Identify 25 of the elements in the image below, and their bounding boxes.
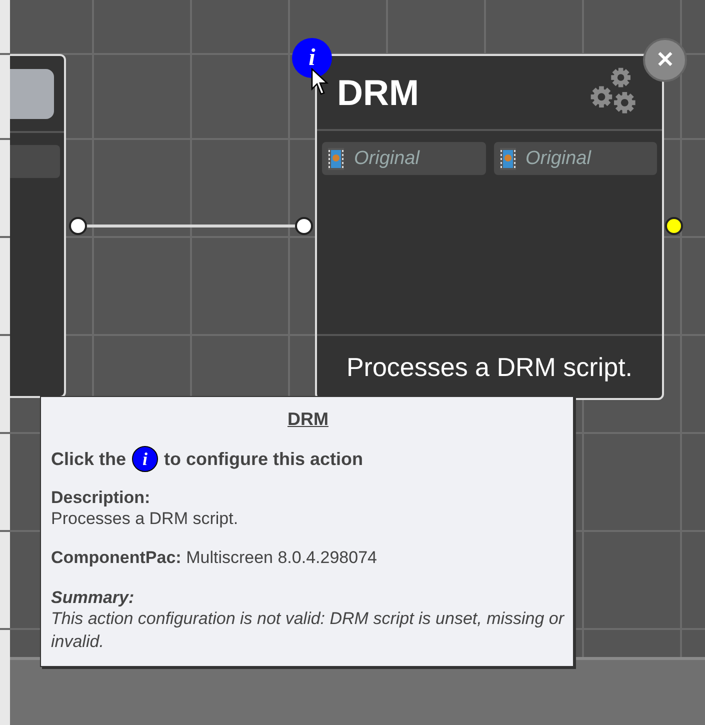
input-slot[interactable]: Original — [322, 142, 486, 175]
hint-text: Click the — [51, 448, 126, 470]
summary-label: Summary: — [51, 588, 136, 608]
node-card[interactable] — [10, 54, 66, 398]
port-dot[interactable] — [665, 217, 683, 235]
film-icon — [328, 148, 344, 170]
hint-text: to configure this action — [164, 448, 364, 470]
input-slot[interactable]: Original — [494, 142, 657, 175]
close-button[interactable]: ✕ — [643, 38, 687, 82]
node-description: Processes a DRM script. — [346, 352, 633, 382]
tooltip-title: DRM — [286, 409, 330, 430]
summary-text: This action configuration is not valid: DRM script is unset, missing or invalid. — [51, 608, 565, 653]
component-value: Multiscreen 8.0.4.298074 — [186, 548, 377, 567]
description-text: Processes a DRM script. — [51, 508, 240, 530]
cursor-icon — [311, 68, 329, 96]
component-label: ComponentPac: — [51, 548, 182, 567]
port-dot[interactable] — [69, 217, 87, 235]
port-dot[interactable] — [295, 217, 313, 235]
input-slot[interactable] — [10, 145, 60, 178]
node-title: DRM — [337, 72, 419, 114]
description-label: Description: — [51, 488, 152, 508]
film-icon — [500, 148, 516, 170]
preview-button[interactable] — [10, 68, 54, 118]
info-button[interactable]: i — [292, 38, 332, 78]
info-icon: i — [132, 446, 158, 472]
